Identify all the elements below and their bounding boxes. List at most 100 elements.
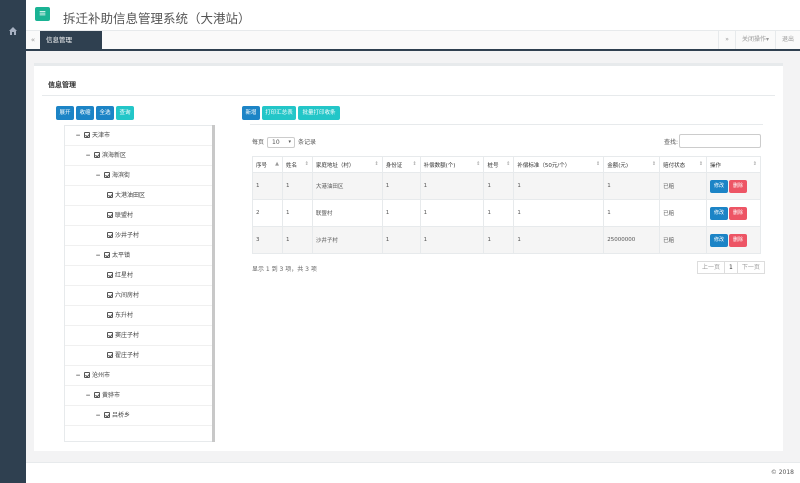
table-cell: 1 bbox=[381, 199, 421, 227]
page-1-button[interactable]: 1 bbox=[724, 261, 738, 274]
tree-node[interactable]: − 海滨街 bbox=[65, 166, 213, 186]
tree-node[interactable]: 翟庄子村 bbox=[65, 346, 213, 366]
collapse-node-icon[interactable]: − bbox=[75, 366, 81, 386]
search-label: 查找: bbox=[664, 139, 679, 146]
checked-checkbox-icon[interactable] bbox=[84, 132, 90, 138]
collapse-node-icon[interactable]: − bbox=[85, 386, 91, 406]
tree-node[interactable]: 沙井子村 bbox=[65, 226, 213, 246]
edit-button[interactable]: 修改 bbox=[710, 179, 729, 193]
column-header[interactable]: 赔付状态 ⇕ bbox=[659, 156, 708, 173]
checked-checkbox-icon[interactable] bbox=[107, 232, 113, 238]
tree-node[interactable]: − 吕桥乡 bbox=[65, 406, 213, 426]
expand-button[interactable]: 展开 bbox=[56, 106, 74, 120]
collapse-node-icon[interactable]: − bbox=[95, 246, 101, 266]
table-cell: 已赔 bbox=[659, 199, 708, 227]
column-header[interactable]: 家庭地址（村） ⇕ bbox=[311, 156, 383, 173]
edit-button[interactable]: 修改 bbox=[710, 206, 729, 220]
table-cell: 1 bbox=[483, 226, 515, 254]
checked-checkbox-icon[interactable] bbox=[107, 272, 113, 278]
checked-checkbox-icon[interactable] bbox=[104, 252, 110, 258]
table-cell: 1 bbox=[513, 199, 605, 227]
table-summary: 显示 1 到 3 项，共 3 项 bbox=[252, 266, 317, 273]
tree-node[interactable]: − 黄骅市 bbox=[65, 386, 213, 406]
delete-button[interactable]: 删除 bbox=[729, 233, 748, 247]
top-navbar: ≡ 拆迁补助信息管理系统（大港站） bbox=[26, 0, 800, 31]
collapse-node-icon[interactable]: − bbox=[95, 406, 101, 426]
home-icon[interactable] bbox=[8, 26, 18, 36]
print-summary-button[interactable]: 打印汇总表 bbox=[262, 106, 296, 120]
checked-checkbox-icon[interactable] bbox=[84, 372, 90, 378]
search-input[interactable] bbox=[679, 134, 761, 148]
checked-checkbox-icon[interactable] bbox=[94, 152, 100, 158]
add-button[interactable]: 新增 bbox=[242, 106, 260, 120]
column-header[interactable]: 姓名 ⇕ bbox=[281, 156, 313, 173]
checked-checkbox-icon[interactable] bbox=[104, 412, 110, 418]
tree-node[interactable]: 大港油田区 bbox=[65, 186, 213, 206]
tab-scroll-right-button[interactable]: » bbox=[718, 31, 735, 49]
next-page-button[interactable]: 下一页 bbox=[736, 261, 765, 274]
close-tabs-dropdown[interactable]: 关闭操作▾ bbox=[734, 31, 775, 49]
sort-icon: ⇕ bbox=[752, 161, 757, 167]
tree-scrollbar[interactable] bbox=[212, 125, 215, 442]
tab-info-management[interactable]: 信息管理 bbox=[40, 31, 102, 49]
table-cell: 1 bbox=[281, 226, 313, 254]
column-header-label: 身份证 bbox=[385, 162, 403, 169]
batch-print-button[interactable]: 批量打印收条 bbox=[298, 106, 340, 120]
row-actions: 修改 删除 bbox=[706, 226, 761, 254]
column-header-label: 补偿数额(个) bbox=[423, 162, 456, 169]
checked-checkbox-icon[interactable] bbox=[94, 392, 100, 398]
tree-node-label: 联盟村 bbox=[115, 212, 134, 219]
collapse-button[interactable]: 收缩 bbox=[76, 106, 94, 120]
column-header[interactable]: 补偿标准（50元/个） ⇕ bbox=[513, 156, 605, 173]
table-cell: 1 bbox=[483, 172, 515, 200]
table-header-row: 序号 ▲ 姓名 ⇕ 家庭地址（村） ⇕ 身份证 ⇕ 补偿数额(个) ⇕ 桩号 ⇕ 补偿标准（50元/个）… bbox=[252, 156, 761, 173]
column-header-label: 桩号 bbox=[487, 162, 499, 169]
tree-node[interactable]: − 天津市 bbox=[65, 126, 213, 146]
column-header[interactable]: 金额(元) ⇕ bbox=[603, 156, 661, 173]
tree-node[interactable]: 东升村 bbox=[65, 306, 213, 326]
tree-node-label: 六间房村 bbox=[115, 292, 140, 299]
checked-checkbox-icon[interactable] bbox=[107, 292, 113, 298]
tree-node-label: 吕桥乡 bbox=[112, 412, 131, 419]
table-cell: 1 bbox=[603, 172, 661, 200]
tree-node-label: 黄骅市 bbox=[102, 392, 121, 399]
checked-checkbox-icon[interactable] bbox=[107, 312, 113, 318]
checked-checkbox-icon[interactable] bbox=[107, 332, 113, 338]
prev-page-button[interactable]: 上一页 bbox=[697, 261, 726, 274]
collapse-node-icon[interactable]: − bbox=[85, 146, 91, 166]
delete-button[interactable]: 删除 bbox=[729, 179, 748, 193]
checked-checkbox-icon[interactable] bbox=[107, 192, 113, 198]
menu-toggle-button[interactable]: ≡ bbox=[35, 7, 50, 21]
delete-button[interactable]: 删除 bbox=[729, 206, 748, 220]
query-button[interactable]: 查询 bbox=[116, 106, 134, 120]
tree-node[interactable]: 联盟村 bbox=[65, 206, 213, 226]
checked-checkbox-icon[interactable] bbox=[107, 352, 113, 358]
page-size-select[interactable]: 10 ▾ bbox=[267, 137, 296, 148]
tree-node[interactable]: 六间房村 bbox=[65, 286, 213, 306]
logout-button[interactable]: 退出 bbox=[774, 31, 800, 49]
caret-down-icon: ▾ bbox=[288, 139, 292, 145]
tree-node[interactable]: − 滨海新区 bbox=[65, 146, 213, 166]
tree-node[interactable]: 窦庄子村 bbox=[65, 326, 213, 346]
select-all-button[interactable]: 全选 bbox=[96, 106, 114, 120]
tree-node-label: 东升村 bbox=[115, 312, 134, 319]
tree-node[interactable]: − 太平镇 bbox=[65, 246, 213, 266]
column-header[interactable]: 身份证 ⇕ bbox=[381, 156, 421, 173]
tab-scroll-left-button[interactable]: « bbox=[26, 31, 40, 49]
tree-node[interactable]: − 沧州市 bbox=[65, 366, 213, 386]
table-cell: 1 bbox=[603, 199, 661, 227]
column-header[interactable]: 补偿数额(个) ⇕ bbox=[419, 156, 485, 173]
table-cell: 1 bbox=[483, 199, 515, 227]
column-header[interactable]: 操作 ⇕ bbox=[706, 156, 761, 173]
column-header[interactable]: 序号 ▲ bbox=[252, 156, 283, 173]
data-table: 序号 ▲ 姓名 ⇕ 家庭地址（村） ⇕ 身份证 ⇕ 补偿数额(个) ⇕ 桩号 ⇕ 补偿标准（50元/个）… bbox=[252, 156, 761, 254]
edit-button[interactable]: 修改 bbox=[710, 233, 729, 247]
checked-checkbox-icon[interactable] bbox=[107, 212, 113, 218]
table-cell: 2 bbox=[252, 199, 283, 227]
tree-node[interactable]: 红星村 bbox=[65, 266, 213, 286]
checked-checkbox-icon[interactable] bbox=[104, 172, 110, 178]
column-header-label: 补偿标准（50元/个） bbox=[517, 162, 571, 169]
collapse-node-icon[interactable]: − bbox=[75, 126, 81, 146]
column-header[interactable]: 桩号 ⇕ bbox=[483, 156, 515, 173]
collapse-node-icon[interactable]: − bbox=[95, 166, 101, 186]
